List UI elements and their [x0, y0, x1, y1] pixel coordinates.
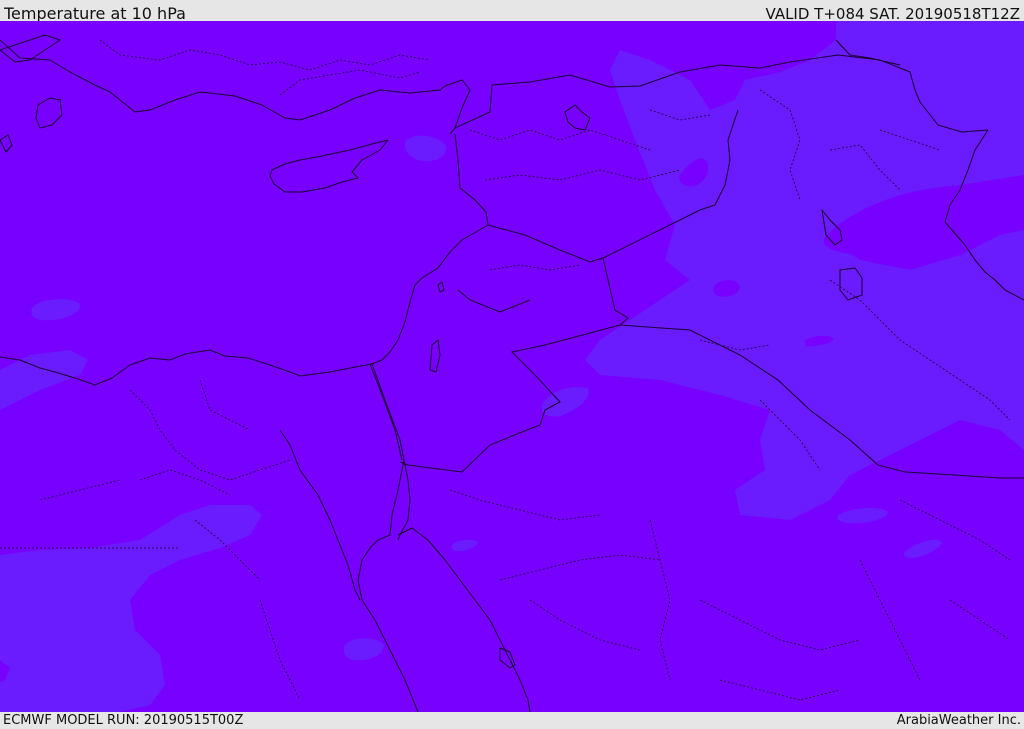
- header-bar: Temperature at 10 hPa VALID T+084 SAT. 2…: [0, 0, 1024, 23]
- credit: ArabiaWeather Inc.: [896, 713, 1021, 728]
- map-area: [0, 21, 1024, 712]
- map-svg: [0, 21, 1024, 712]
- footer-bar: ECMWF MODEL RUN: 20190515T00Z ArabiaWeat…: [0, 712, 1024, 729]
- model-run: ECMWF MODEL RUN: 20190515T00Z: [3, 713, 244, 728]
